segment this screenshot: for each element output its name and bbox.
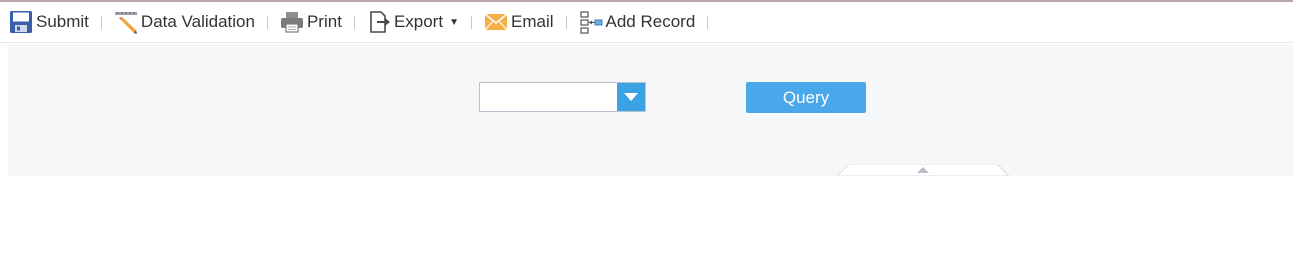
- add-record-icon: [578, 9, 604, 35]
- toolbar-separator: [353, 15, 355, 29]
- toolbar-separator: [470, 15, 472, 29]
- toolbar-separator: [266, 15, 268, 29]
- add-record-button[interactable]: Add Record: [578, 9, 696, 35]
- export-label: Export: [393, 12, 444, 31]
- toolbar: Submit Data Validation Print Export ▼ Em…: [0, 2, 1293, 43]
- pencil-ruler-icon: [113, 9, 139, 35]
- print-button[interactable]: Print: [279, 9, 342, 35]
- toolbar-separator: [100, 15, 102, 29]
- email-button[interactable]: Email: [483, 9, 554, 35]
- query-button[interactable]: Query: [746, 82, 866, 113]
- submit-button[interactable]: Submit: [8, 9, 89, 35]
- printer-icon: [279, 9, 305, 35]
- parameter-select[interactable]: [479, 82, 646, 112]
- data-validation-button[interactable]: Data Validation: [113, 9, 255, 35]
- email-label: Email: [510, 12, 554, 31]
- add-record-label: Add Record: [605, 12, 696, 31]
- chevron-down-icon: [624, 93, 638, 101]
- floppy-disk-icon: [8, 9, 34, 35]
- collapse-panel-toggle[interactable]: [837, 164, 1009, 176]
- toolbar-separator: [565, 15, 567, 29]
- parameter-panel: Query: [8, 44, 1293, 176]
- data-validation-label: Data Validation: [140, 12, 255, 31]
- export-button[interactable]: Export ▼: [366, 9, 459, 35]
- dropdown-button[interactable]: [617, 83, 645, 111]
- export-icon: [366, 9, 392, 35]
- toolbar-separator: [707, 15, 709, 29]
- parameter-select-input[interactable]: [480, 83, 618, 111]
- submit-label: Submit: [36, 12, 89, 31]
- envelope-icon: [483, 9, 509, 35]
- chevron-down-icon[interactable]: ▼: [449, 17, 459, 28]
- print-label: Print: [306, 12, 342, 31]
